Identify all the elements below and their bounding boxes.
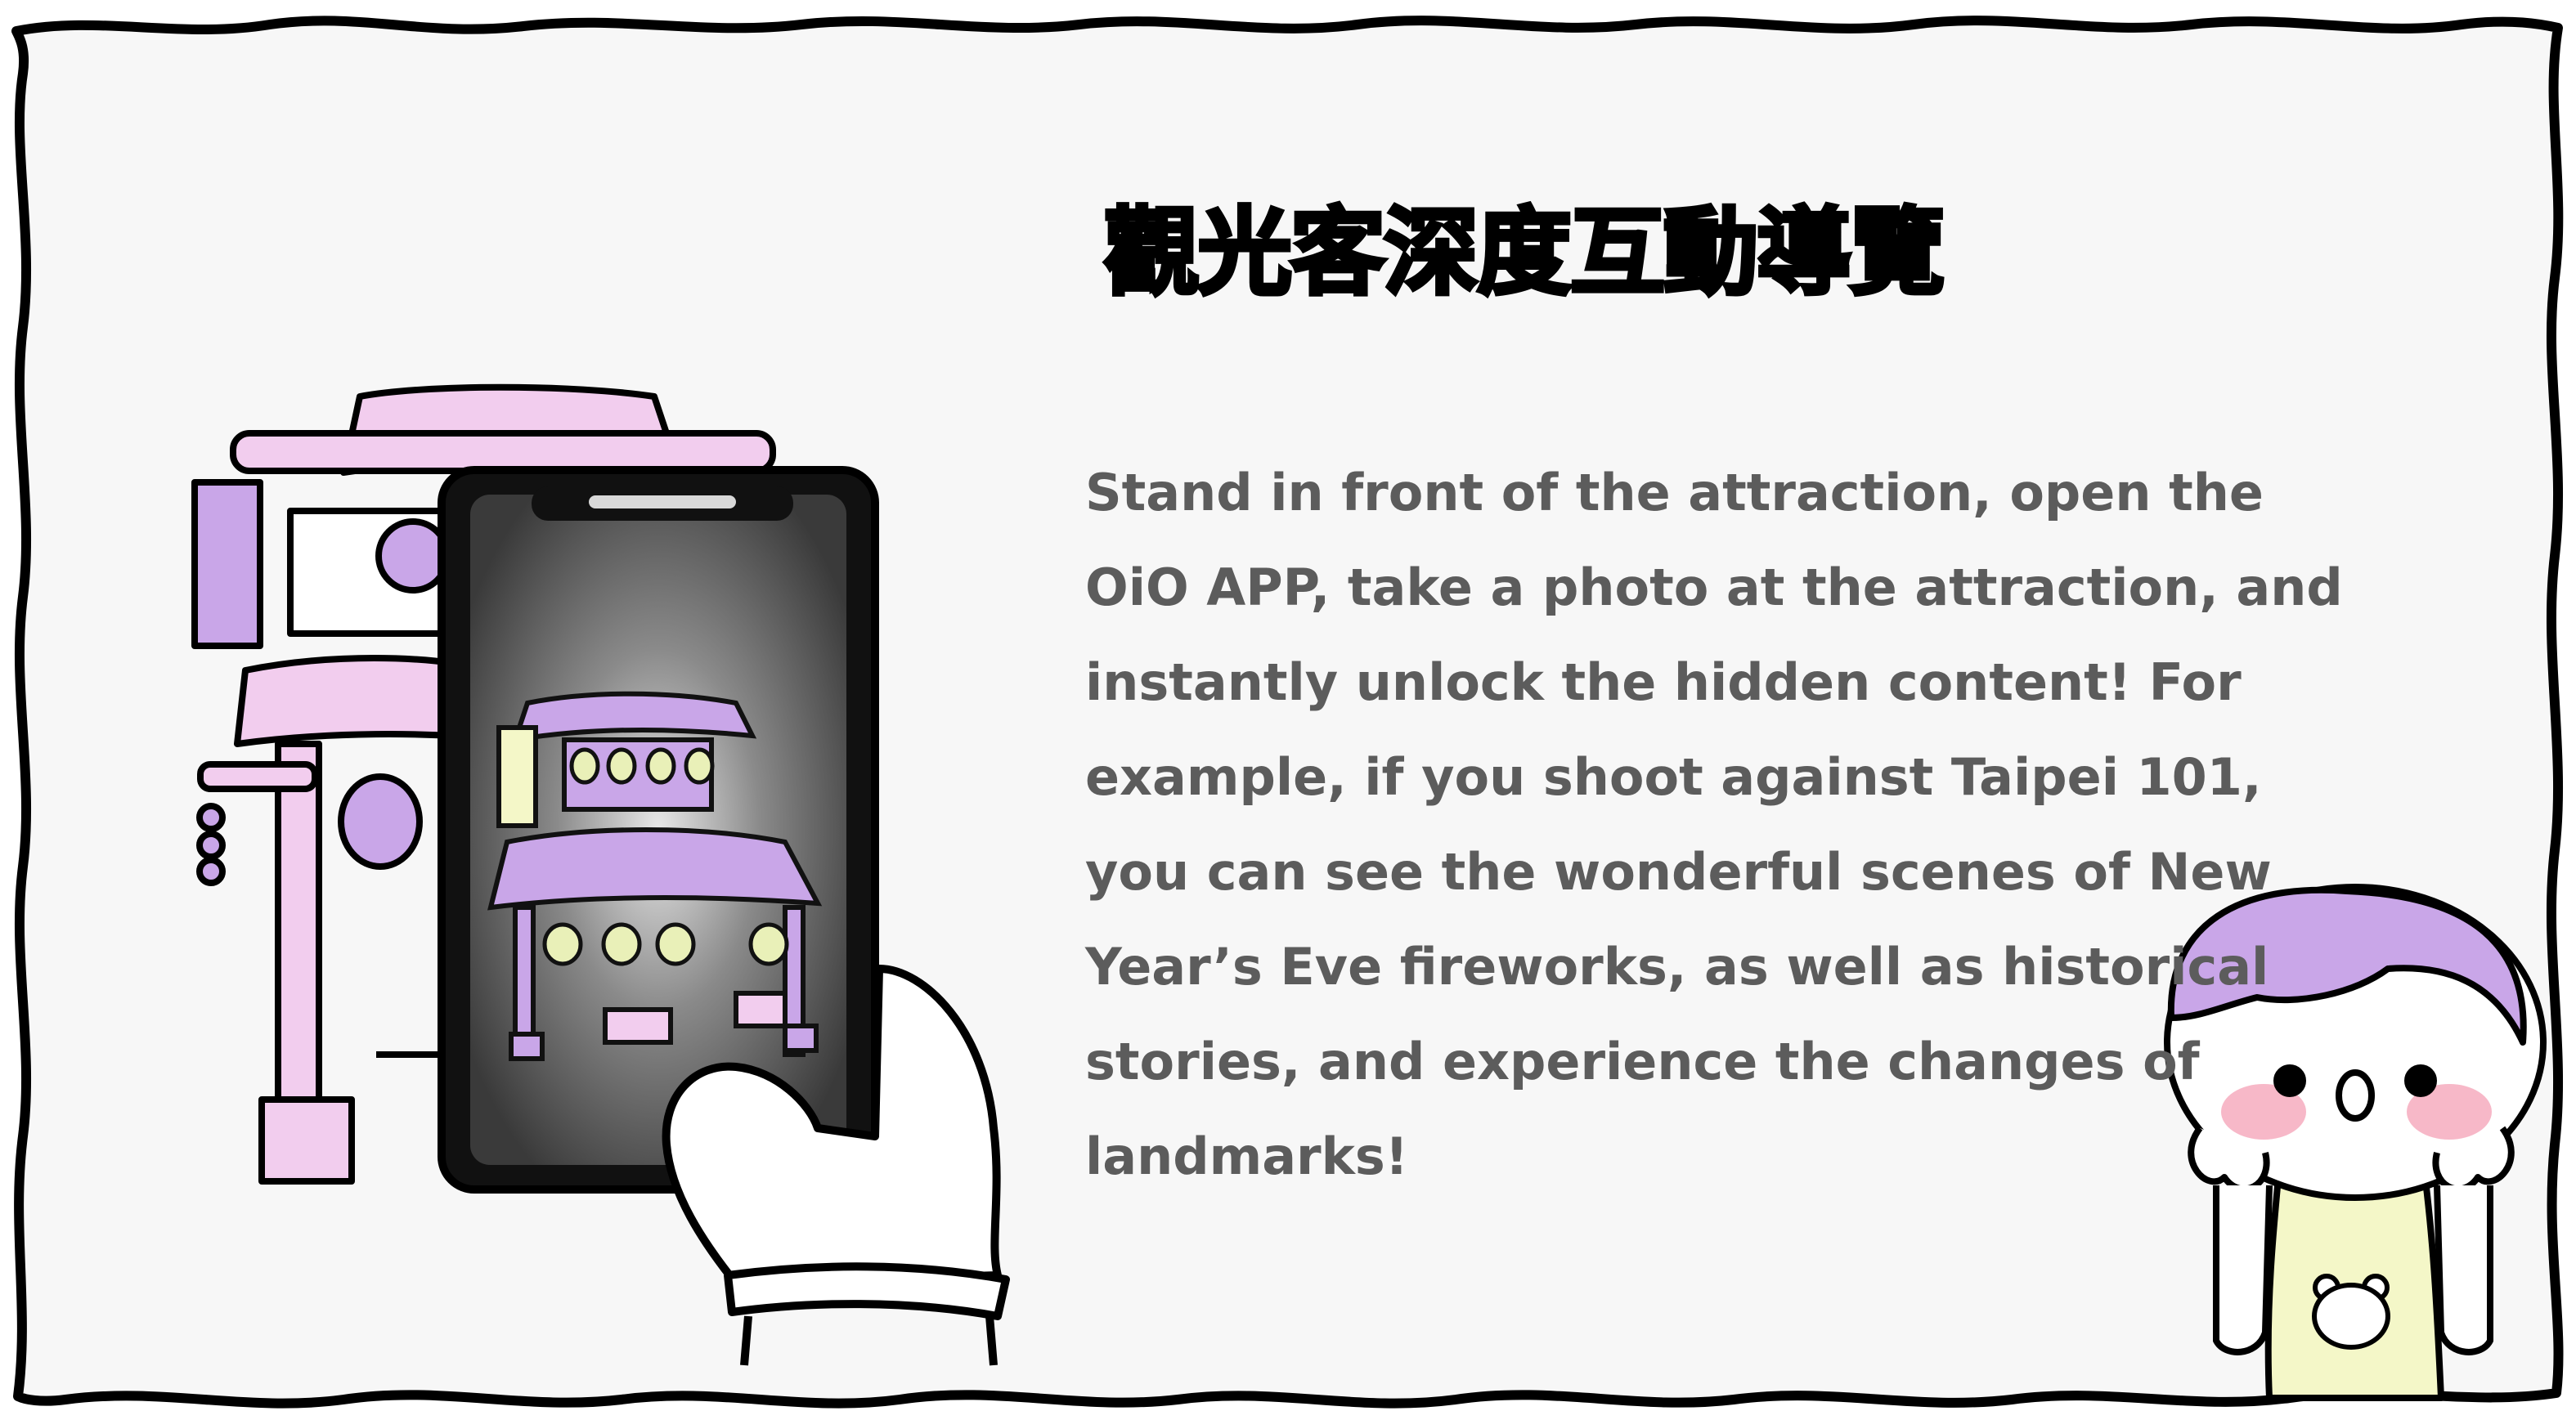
phone-illustration <box>438 466 879 1194</box>
description-line: Stand in front of the attraction, open t… <box>1085 463 2264 522</box>
description-line: Year’s Eve fireworks, as well as histori… <box>1085 937 2269 997</box>
bear-face-icon <box>2312 1274 2390 1350</box>
page-title: 觀光客深度互動導覽 <box>1102 196 1947 311</box>
description-line: OiO APP, take a photo at the attraction,… <box>1085 558 2343 617</box>
description-line: instantly unlock the hidden content! For <box>1085 652 2242 712</box>
description-line: example, if you shoot against Taipei 101… <box>1085 747 2262 807</box>
description-line: stories, and experience the changes of <box>1085 1032 2200 1091</box>
description-line: you can see the wonderful scenes of New <box>1085 842 2272 902</box>
description-text: Stand in front of the attraction, open t… <box>1085 446 2343 1204</box>
description-line: landmarks! <box>1085 1127 1409 1186</box>
